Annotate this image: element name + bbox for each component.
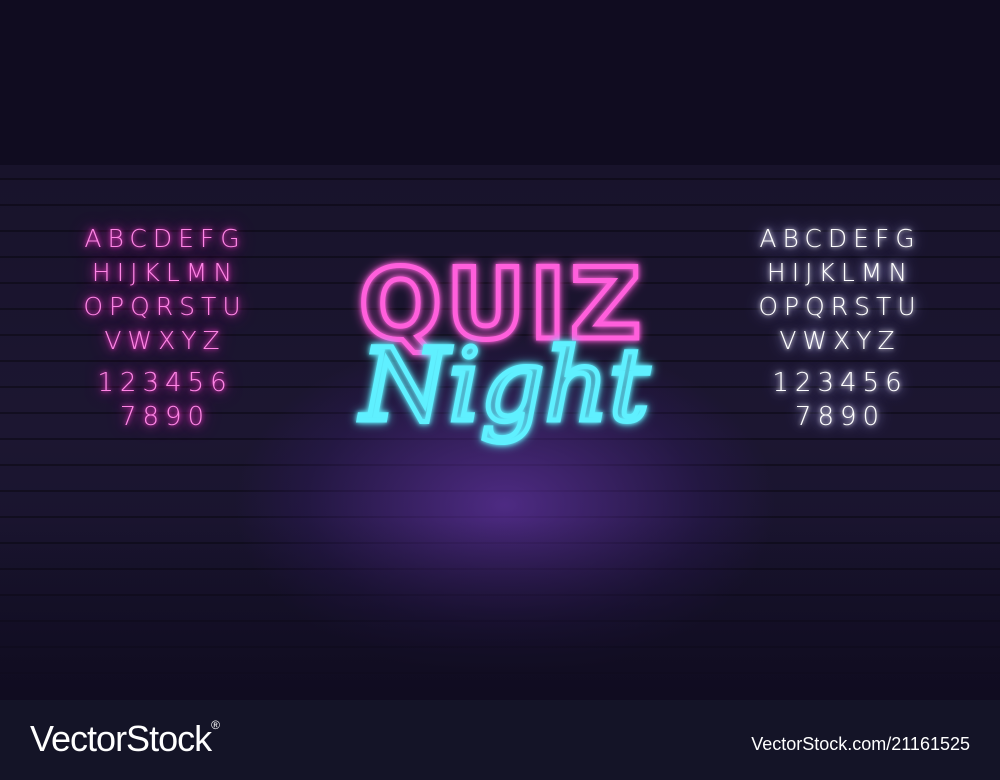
neon-quiz-night-image: ABCDEFG HIJKLMN OPQRSTU VWXYZ 123456 789…	[0, 0, 1000, 780]
pink-alphabet-digits: 123456 7890	[55, 366, 275, 434]
image-id-label: VectorStock.com/21161525	[751, 734, 970, 754]
vectorstock-logo-text: VectorStock	[30, 718, 212, 759]
digits-row: 123456	[97, 368, 233, 398]
white-alphabet-letters: ABCDEFG HIJKLMN OPQRSTU VWXYZ	[725, 222, 955, 358]
alphabet-row: ABCDEFG	[84, 224, 246, 253]
night-neon-text: Night	[359, 327, 650, 444]
white-neon-alphabet: ABCDEFG HIJKLMN OPQRSTU VWXYZ 123456 789…	[725, 222, 955, 434]
registered-mark: ®	[211, 718, 220, 732]
pink-alphabet-letters: ABCDEFG HIJKLMN OPQRSTU VWXYZ	[55, 222, 275, 358]
alphabet-row: HIJKLMN	[91, 258, 239, 287]
alphabet-row: ABCDEFG	[759, 224, 921, 253]
top-dark-band	[0, 0, 1000, 165]
alphabet-row: VWXYZ	[779, 326, 901, 355]
quiz-night-neon-sign: QUIZ Night	[356, 246, 652, 447]
alphabet-row: HIJKLMN	[766, 258, 914, 287]
bottom-fade	[0, 520, 1000, 700]
white-alphabet-digits: 123456 7890	[725, 366, 955, 434]
digits-row: 7890	[119, 402, 211, 432]
alphabet-row: VWXYZ	[104, 326, 226, 355]
pink-neon-alphabet: ABCDEFG HIJKLMN OPQRSTU VWXYZ 123456 789…	[55, 222, 275, 434]
digits-row: 123456	[772, 368, 908, 398]
vectorstock-logo: VectorStock®	[30, 718, 220, 760]
alphabet-row: OPQRSTU	[758, 292, 922, 321]
alphabet-row: OPQRSTU	[83, 292, 247, 321]
digits-row: 7890	[794, 402, 886, 432]
